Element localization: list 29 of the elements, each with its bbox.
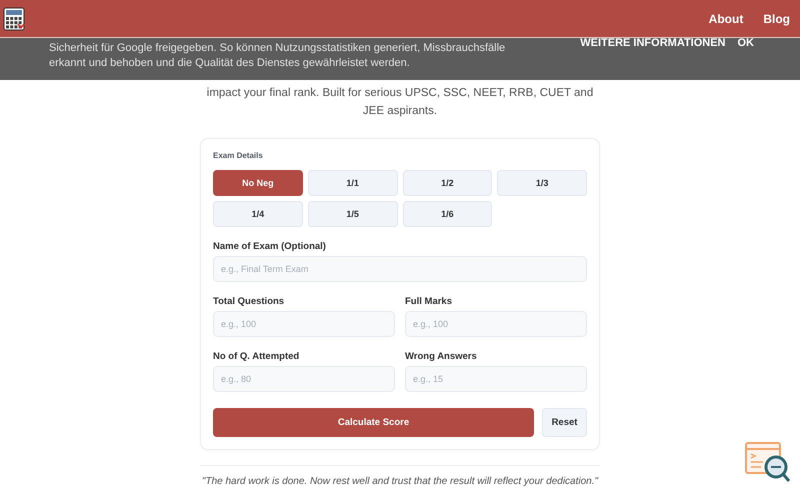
description-text: impact your final rank. Built for serious UPSC, SSC, NEET, RRB, CUET and JEE aspirants.	[206, 86, 594, 119]
input-field[interactable]: e.g., Final Term Exam	[213, 256, 587, 282]
marking-option[interactable]: No Neg	[213, 170, 303, 196]
input-field[interactable]: e.g., 15	[405, 366, 587, 392]
marking-option[interactable]: 1/4	[213, 201, 303, 227]
nav-link[interactable]: Blog	[763, 12, 790, 26]
cookie-button[interactable]: WEITERE INFORMATIONEN	[580, 37, 726, 49]
cookie-button[interactable]: OK	[738, 37, 754, 49]
card-title: Exam Details	[213, 151, 264, 160]
cookie-text: Sicherheit für Google freigegeben. So können Nutzungsstatistiken generiert, Missbrauchsfälle erkannt und behoben und die Qualität des Dienstes gewährleistet werden.	[49, 41, 506, 71]
field-label: No of Q. Attempted	[213, 351, 300, 362]
marking-option[interactable]: 1/3	[497, 170, 587, 196]
field-label: Full Marks	[405, 296, 453, 307]
field-label: Total Questions	[213, 296, 286, 307]
marking-option[interactable]: 1/6	[402, 201, 492, 227]
input-field[interactable]: e.g., 100	[405, 311, 587, 337]
input-field[interactable]: e.g., 80	[213, 366, 395, 392]
marking-option[interactable]: 1/2	[402, 170, 492, 196]
calculator-logo-icon[interactable]	[3, 6, 25, 30]
browser-search-icon[interactable]	[744, 439, 792, 485]
reset-button[interactable]: Reset	[542, 408, 587, 437]
marking-option[interactable]: 1/1	[308, 170, 398, 196]
field-label: Name of Exam (Optional)	[213, 241, 327, 252]
field-label: Wrong Answers	[405, 351, 478, 362]
input-field[interactable]: e.g., 100	[213, 311, 395, 337]
quote-text: "The hard work is done. Now rest well and trust that the result will reflect your dedication."	[200, 465, 600, 487]
calculate-button[interactable]: Calculate Score	[213, 408, 534, 437]
nav-link[interactable]: About	[708, 12, 744, 26]
marking-option[interactable]: 1/5	[308, 201, 398, 227]
